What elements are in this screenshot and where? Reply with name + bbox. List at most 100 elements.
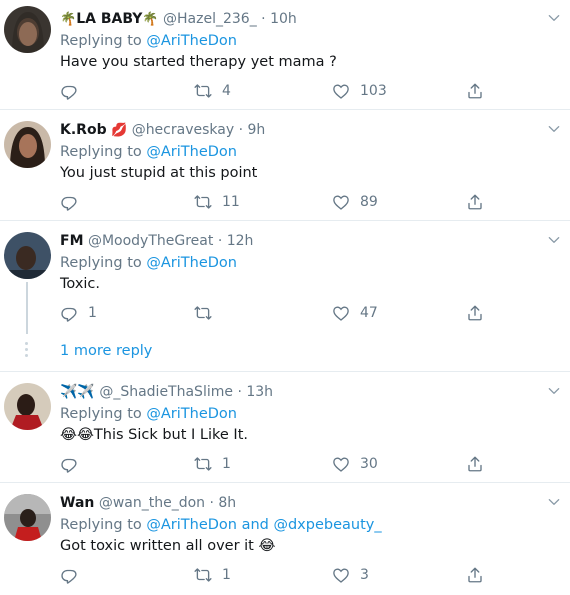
like-count: 30: [360, 456, 378, 472]
timestamp[interactable]: 10h: [270, 11, 297, 27]
retweet-button[interactable]: 1: [194, 564, 231, 586]
timestamp[interactable]: 9h: [247, 122, 265, 138]
share-button[interactable]: [466, 80, 484, 102]
share-button[interactable]: [466, 453, 484, 475]
retweet-count: 1: [222, 456, 231, 472]
reply-count: 1: [88, 305, 97, 321]
like-count: 89: [360, 194, 378, 210]
like-button[interactable]: 3: [332, 564, 369, 586]
avatar[interactable]: [4, 383, 51, 430]
tweet[interactable]: 🌴LA BABY🌴 @Hazel_236_ · 10h Replying to …: [0, 0, 570, 110]
display-name[interactable]: ✈️✈️: [60, 384, 95, 400]
retweet-icon: [194, 304, 212, 322]
separator-dot: ·: [237, 384, 242, 400]
like-button[interactable]: 47: [332, 302, 378, 324]
laughing-emoji-icon: 😂: [258, 538, 276, 554]
chevron-down-icon[interactable]: [546, 383, 562, 399]
heart-icon: [332, 455, 350, 473]
username[interactable]: @wan_the_don: [99, 495, 205, 511]
avatar[interactable]: [4, 232, 51, 279]
share-button[interactable]: [466, 564, 484, 586]
username[interactable]: @_ShadieThaSlime: [99, 384, 233, 400]
like-button[interactable]: 30: [332, 453, 378, 475]
share-icon: [466, 193, 484, 211]
replying-label: Replying to: [60, 406, 142, 422]
display-name[interactable]: FM: [60, 233, 84, 249]
laughing-emoji-icon: 😂😂: [60, 427, 94, 443]
retweet-count: 11: [222, 194, 240, 210]
avatar[interactable]: [4, 494, 51, 541]
timestamp[interactable]: 13h: [246, 384, 273, 400]
reply-icon: [60, 304, 78, 322]
like-count: 103: [360, 83, 387, 99]
display-name[interactable]: K.Rob: [60, 122, 107, 138]
reply-button[interactable]: [60, 80, 88, 102]
share-icon: [466, 82, 484, 100]
retweet-icon: [194, 193, 212, 211]
tweet-text: You just stupid at this point: [60, 165, 258, 181]
display-name[interactable]: Wan: [60, 495, 94, 511]
timestamp[interactable]: 12h: [227, 233, 254, 249]
mention-link[interactable]: @AriTheDon: [146, 144, 237, 160]
replying-to: Replying to @AriTheDon and @dxpebeauty_: [60, 515, 382, 535]
separator-dot: ·: [238, 122, 244, 138]
show-more-replies-link[interactable]: 1 more reply: [60, 343, 152, 359]
chevron-down-icon[interactable]: [546, 121, 562, 137]
heart-icon: [332, 82, 350, 100]
lips-icon: 💋: [111, 123, 128, 138]
share-button[interactable]: [466, 191, 484, 213]
retweet-count: 1: [222, 567, 231, 583]
mention-link[interactable]: @AriTheDon: [146, 255, 237, 271]
heart-icon: [332, 304, 350, 322]
reply-button[interactable]: [60, 564, 88, 586]
retweet-button[interactable]: 4: [194, 80, 231, 102]
mention-link[interactable]: @dxpebeauty_: [273, 517, 381, 533]
display-name[interactable]: LA BABY: [76, 11, 142, 27]
reply-button[interactable]: [60, 453, 88, 475]
like-button[interactable]: 103: [332, 80, 387, 102]
heart-icon: [332, 193, 350, 211]
tweet-text: Have you started therapy yet mama ?: [60, 54, 337, 70]
reply-icon: [60, 193, 78, 211]
avatar[interactable]: [4, 121, 51, 168]
username[interactable]: @hecraveskay: [132, 122, 234, 138]
username[interactable]: @MoodyTheGreat: [88, 233, 213, 249]
tweet-body: Got toxic written all over it: [60, 538, 254, 554]
mention-link[interactable]: @AriTheDon: [146, 517, 237, 533]
reply-button[interactable]: [60, 191, 88, 213]
username[interactable]: @Hazel_236_: [163, 11, 257, 27]
heart-icon: [332, 566, 350, 584]
chevron-down-icon[interactable]: [546, 10, 562, 26]
separator-dot: ·: [209, 495, 214, 511]
share-button[interactable]: [466, 302, 484, 324]
tweet[interactable]: FM @MoodyTheGreat · 12h Replying to @Ari…: [0, 222, 570, 372]
mention-link[interactable]: @AriTheDon: [146, 33, 237, 49]
timestamp[interactable]: 8h: [218, 495, 236, 511]
tweet-text: 😂😂This Sick but I Like It.: [60, 425, 248, 445]
tweet[interactable]: ✈️✈️ @_ShadieThaSlime · 13h Replying to …: [0, 373, 570, 483]
mention-link[interactable]: @AriTheDon: [146, 406, 237, 422]
tweet[interactable]: K.Rob 💋 @hecraveskay · 9h Replying to @A…: [0, 111, 570, 221]
retweet-button[interactable]: 11: [194, 191, 240, 213]
chevron-down-icon[interactable]: [546, 232, 562, 248]
replying-label: Replying to: [60, 144, 142, 160]
tweet-text: Got toxic written all over it 😂: [60, 536, 275, 556]
tweet-text: Toxic.: [60, 276, 101, 292]
replying-to: Replying to @AriTheDon: [60, 253, 237, 273]
like-count: 47: [360, 305, 378, 321]
replying-to: Replying to @AriTheDon: [60, 142, 237, 162]
replying-label: Replying to: [60, 255, 142, 271]
share-icon: [466, 455, 484, 473]
separator-dot: ·: [261, 11, 266, 27]
retweet-icon: [194, 455, 212, 473]
reply-button[interactable]: 1: [60, 302, 97, 324]
replying-label: Replying to: [60, 517, 142, 533]
tweet[interactable]: Wan @wan_the_don · 8h Replying to @AriTh…: [0, 484, 570, 595]
chevron-down-icon[interactable]: [546, 494, 562, 510]
retweet-button[interactable]: 1: [194, 453, 231, 475]
like-button[interactable]: 89: [332, 191, 378, 213]
avatar[interactable]: [4, 6, 51, 53]
reply-icon: [60, 566, 78, 584]
tweet-body: This Sick but I Like It.: [93, 427, 249, 443]
retweet-button[interactable]: [194, 302, 222, 324]
